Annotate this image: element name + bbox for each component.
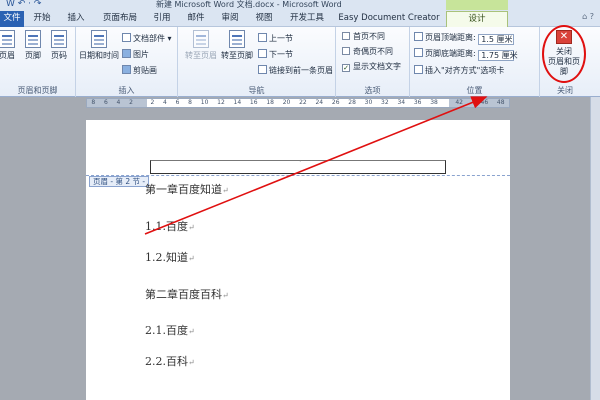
annotation-arrow [144, 96, 488, 235]
arrow-line [144, 96, 488, 235]
